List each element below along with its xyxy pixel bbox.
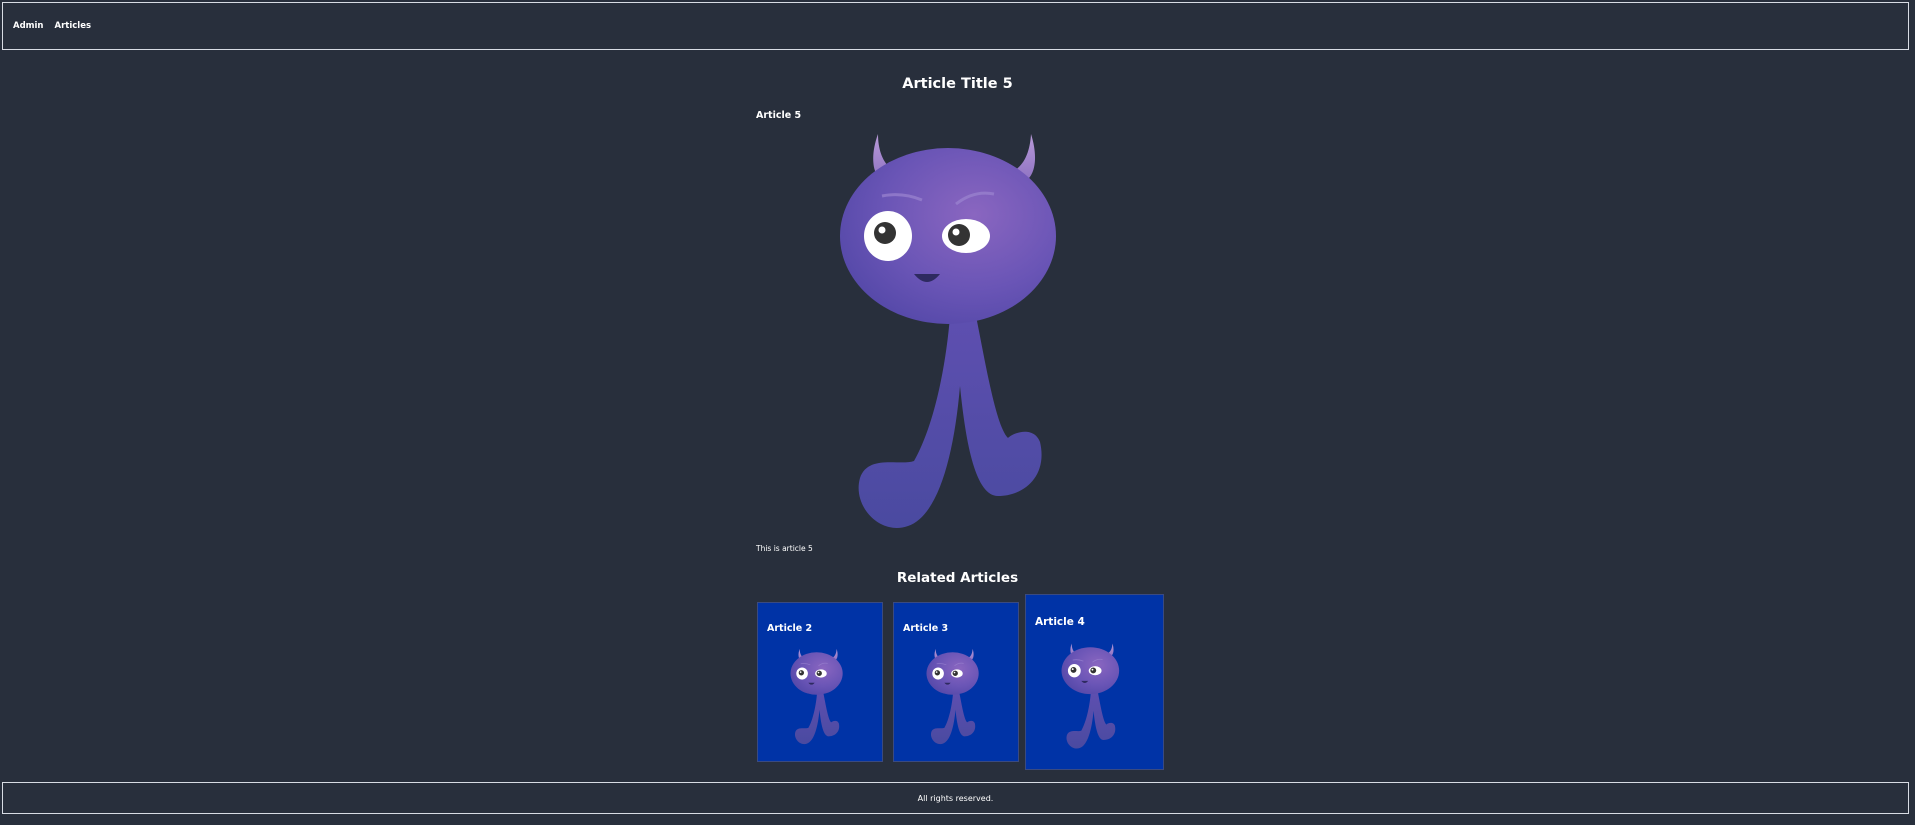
- nav-link-articles[interactable]: Articles: [55, 21, 92, 31]
- related-article-card-3[interactable]: Article 3: [893, 602, 1019, 762]
- related-article-card-title: Article 2: [767, 623, 813, 634]
- related-article-card-4[interactable]: Article 4: [1025, 594, 1164, 770]
- related-article-card-title: Article 4: [1035, 616, 1085, 628]
- page-title: Article Title 5: [902, 76, 1013, 92]
- article-subtitle: Article 5: [756, 110, 802, 121]
- article-body-text: This is article 5: [756, 544, 813, 553]
- card-thumbnail-image: [1061, 637, 1125, 754]
- footer-copyright-text: All rights reserved.: [917, 793, 994, 803]
- related-article-card-title: Article 3: [903, 623, 949, 634]
- card-thumbnail-image: [790, 643, 848, 749]
- related-article-card-2[interactable]: Article 2: [757, 602, 883, 762]
- page-footer: All rights reserved.: [2, 782, 1909, 814]
- top-nav-bar: Admin Articles: [2, 2, 1909, 50]
- card-thumbnail-image: [926, 643, 984, 749]
- article-hero-image: [838, 126, 1078, 532]
- nav-link-admin[interactable]: Admin: [13, 21, 44, 31]
- related-articles-heading: Related Articles: [896, 570, 1019, 586]
